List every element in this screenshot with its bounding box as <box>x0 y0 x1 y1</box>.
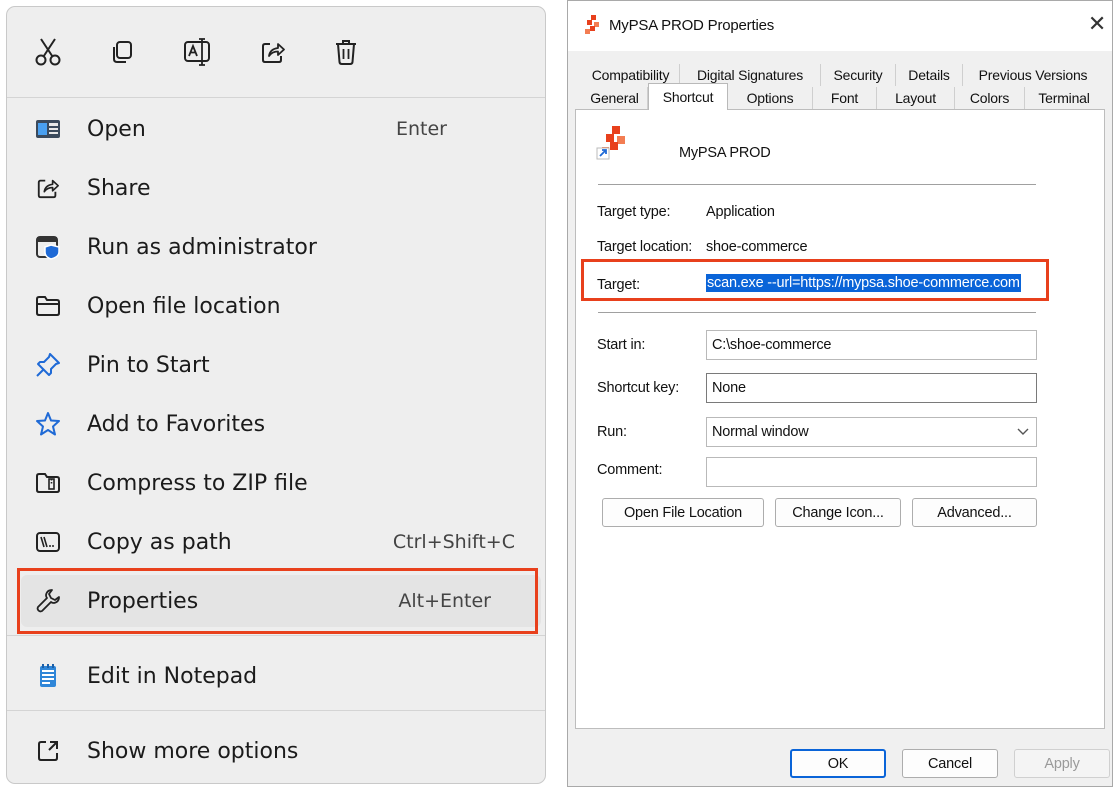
menu-item-shortcut: Ctrl+Shift+C <box>392 531 515 553</box>
menu-item-label: Compress to ZIP file <box>87 470 308 496</box>
notepad-icon <box>35 663 61 689</box>
menu-item-label: Open file location <box>87 293 281 319</box>
tab-layout[interactable]: Layout <box>877 87 955 109</box>
target-type-label: Target type: <box>597 204 671 220</box>
share-icon <box>35 175 61 201</box>
menu-item-shortcut: Enter <box>396 118 447 140</box>
menu-item-show-more-options[interactable]: Show more options <box>21 725 541 777</box>
tab-options[interactable]: Options <box>728 87 813 109</box>
comment-label: Comment: <box>597 462 663 478</box>
menu-item-label: Open <box>87 116 146 142</box>
menu-item-open[interactable]: Open Enter <box>21 103 541 155</box>
tab-security[interactable]: Security <box>821 64 896 86</box>
menu-item-label: Edit in Notepad <box>87 663 258 689</box>
properties-dialog: MyPSA PROD Properties ✕ Compatibility Di… <box>567 0 1113 787</box>
menu-item-label: Show more options <box>87 738 299 764</box>
cut-icon <box>35 38 61 66</box>
rename-icon <box>184 38 210 66</box>
target-type-value: Application <box>706 204 775 220</box>
tab-terminal[interactable]: Terminal <box>1025 87 1103 109</box>
highlight-box-properties <box>17 568 538 634</box>
menu-item-label: Add to Favorites <box>87 411 266 437</box>
start-in-value: C:\shoe-commerce <box>712 337 832 353</box>
menu-item-copy-as-path[interactable]: Copy as path Ctrl+Shift+C <box>21 516 541 568</box>
menu-item-pin-to-start[interactable]: Pin to Start <box>21 339 541 391</box>
menu-item-compress-zip[interactable]: Compress to ZIP file <box>21 457 541 509</box>
delete-button[interactable] <box>329 35 363 69</box>
advanced-button[interactable]: Advanced... <box>912 498 1037 527</box>
close-button[interactable]: ✕ <box>1086 11 1108 37</box>
copy-icon <box>113 41 132 63</box>
copy-button[interactable] <box>105 35 139 69</box>
cancel-button[interactable]: Cancel <box>902 749 998 778</box>
separator <box>7 710 545 711</box>
divider <box>598 312 1036 313</box>
target-location-value: shoe-commerce <box>706 239 808 255</box>
share-icon <box>262 43 285 63</box>
pin-icon <box>35 352 61 378</box>
shield-window-icon <box>35 234 61 260</box>
menu-item-label: Pin to Start <box>87 352 210 378</box>
menu-item-open-file-location[interactable]: Open file location <box>21 280 541 332</box>
path-icon <box>35 529 61 555</box>
tab-general[interactable]: General <box>582 87 648 109</box>
divider <box>598 184 1036 185</box>
shortcut-tab-panel: MyPSA PROD Target type: Application Targ… <box>575 109 1105 729</box>
folder-icon <box>35 293 61 319</box>
open-file-location-button[interactable]: Open File Location <box>602 498 764 527</box>
shortcut-key-label: Shortcut key: <box>597 380 680 396</box>
start-in-label: Start in: <box>597 337 646 353</box>
window-title: MyPSA PROD Properties <box>609 17 775 34</box>
target-location-label: Target location: <box>597 239 693 255</box>
tab-details[interactable]: Details <box>896 64 963 86</box>
context-menu: Open Enter Share Run as administrator Op… <box>6 6 546 784</box>
menu-item-label: Share <box>87 175 151 201</box>
shortcut-name: MyPSA PROD <box>679 145 771 161</box>
zip-folder-icon <box>35 470 61 496</box>
star-icon <box>35 411 61 437</box>
open-app-icon <box>35 116 61 142</box>
shortcut-app-icon <box>596 124 632 164</box>
change-icon-button[interactable]: Change Icon... <box>775 498 901 527</box>
ok-button[interactable]: OK <box>790 749 886 778</box>
share-button[interactable] <box>256 35 290 69</box>
rename-button[interactable] <box>181 35 215 69</box>
highlight-box-target <box>581 259 1049 301</box>
run-selected-value: Normal window <box>712 424 809 440</box>
tab-font[interactable]: Font <box>813 87 877 109</box>
delete-icon <box>336 40 356 65</box>
tab-previous-versions[interactable]: Previous Versions <box>963 64 1103 86</box>
menu-item-share[interactable]: Share <box>21 162 541 214</box>
app-icon <box>582 15 602 39</box>
more-options-icon <box>35 738 61 764</box>
shortcut-key-input[interactable]: None <box>706 373 1037 403</box>
start-in-input[interactable]: C:\shoe-commerce <box>706 330 1037 360</box>
menu-item-edit-in-notepad[interactable]: Edit in Notepad <box>21 650 541 702</box>
context-menu-toolbar <box>7 7 545 97</box>
menu-item-run-as-administrator[interactable]: Run as administrator <box>21 221 541 273</box>
chevron-down-icon <box>1016 424 1030 442</box>
separator <box>7 97 545 98</box>
cut-button[interactable] <box>31 35 65 69</box>
shortcut-key-value: None <box>712 380 746 396</box>
menu-item-label: Run as administrator <box>87 234 317 260</box>
tab-shortcut[interactable]: Shortcut <box>648 83 728 110</box>
tab-colors[interactable]: Colors <box>955 87 1025 109</box>
run-select[interactable]: Normal window <box>706 417 1037 447</box>
title-bar: MyPSA PROD Properties ✕ <box>568 1 1112 51</box>
menu-item-label: Copy as path <box>87 529 232 555</box>
menu-item-add-to-favorites[interactable]: Add to Favorites <box>21 398 541 450</box>
comment-input[interactable] <box>706 457 1037 487</box>
run-label: Run: <box>597 424 627 440</box>
separator <box>7 635 545 636</box>
apply-button[interactable]: Apply <box>1014 749 1110 778</box>
